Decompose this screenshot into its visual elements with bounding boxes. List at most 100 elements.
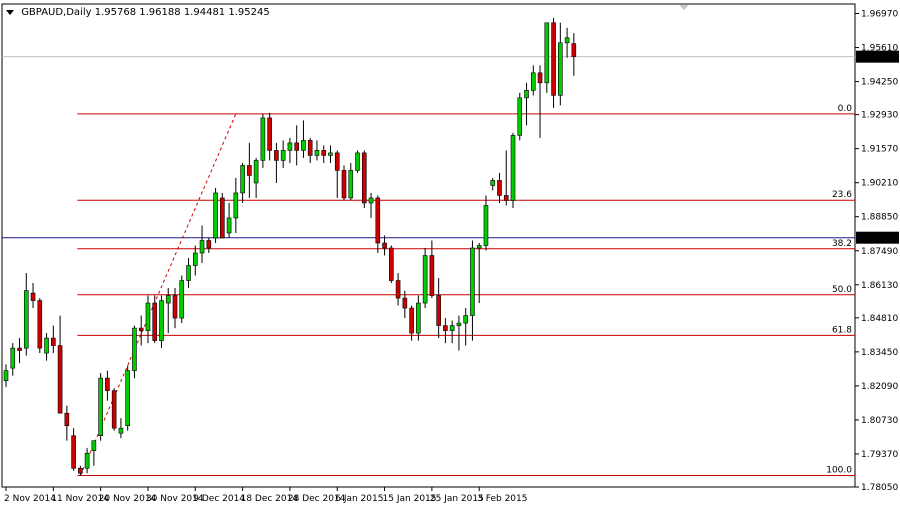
- candle-body[interactable]: [558, 42, 563, 96]
- candle-body[interactable]: [456, 322, 462, 326]
- candle-body[interactable]: [389, 247, 394, 281]
- candle-body[interactable]: [544, 22, 550, 84]
- candle-body[interactable]: [280, 150, 286, 161]
- candle-body[interactable]: [361, 152, 367, 204]
- candle-body[interactable]: [517, 97, 523, 136]
- candle-body[interactable]: [409, 307, 414, 334]
- candle-body[interactable]: [23, 290, 29, 349]
- candle-body[interactable]: [98, 377, 103, 436]
- candle-body[interactable]: [84, 452, 90, 469]
- candle-body[interactable]: [220, 197, 225, 239]
- candle-body[interactable]: [179, 280, 185, 319]
- candle-body[interactable]: [422, 255, 428, 304]
- candle-body[interactable]: [226, 217, 232, 234]
- candle-body[interactable]: [30, 292, 36, 301]
- y-axis-tick-label: 1.90210: [861, 179, 898, 189]
- candle-body[interactable]: [355, 152, 360, 171]
- candle-body[interactable]: [213, 192, 218, 239]
- candle-body[interactable]: [192, 252, 198, 266]
- candle-body[interactable]: [152, 302, 158, 341]
- candle-body[interactable]: [125, 370, 130, 426]
- candle-body[interactable]: [294, 142, 299, 151]
- candle-body[interactable]: [51, 337, 56, 346]
- candle-body[interactable]: [510, 135, 516, 201]
- candle-body[interactable]: [382, 242, 387, 249]
- candle-body[interactable]: [334, 152, 340, 171]
- candle-body[interactable]: [348, 170, 354, 199]
- candle-body[interactable]: [436, 295, 441, 326]
- candle-body[interactable]: [524, 90, 529, 99]
- candle-body[interactable]: [443, 325, 448, 331]
- candle-body[interactable]: [233, 192, 239, 219]
- candle-body[interactable]: [416, 302, 421, 334]
- price-chart-canvas[interactable]: 0.023.638.250.061.8100.01.969701.956101.…: [0, 0, 900, 508]
- candle-body[interactable]: [199, 240, 205, 254]
- candle-body[interactable]: [10, 347, 16, 369]
- candle-body[interactable]: [375, 197, 381, 244]
- candle-body[interactable]: [172, 295, 178, 319]
- candle-body[interactable]: [37, 300, 43, 349]
- candle-body[interactable]: [138, 327, 144, 331]
- candle-body[interactable]: [159, 300, 164, 341]
- y-axis-tick-label: 1.84810: [861, 314, 898, 324]
- candle-body[interactable]: [321, 150, 327, 156]
- candle-body[interactable]: [186, 265, 191, 281]
- candle-body[interactable]: [145, 302, 151, 331]
- candle-body[interactable]: [341, 170, 347, 199]
- candle-body[interactable]: [301, 140, 306, 151]
- candle-body[interactable]: [78, 467, 83, 474]
- candle-body[interactable]: [260, 117, 266, 161]
- candle-body[interactable]: [463, 315, 468, 324]
- candle-body[interactable]: [132, 327, 137, 371]
- candle-body[interactable]: [253, 160, 259, 184]
- candle-body[interactable]: [470, 247, 475, 316]
- candle-body[interactable]: [429, 255, 435, 296]
- candle-body[interactable]: [490, 180, 496, 186]
- candle-body[interactable]: [105, 377, 110, 391]
- fib-level-label: 100.0: [826, 465, 852, 475]
- candle-body[interactable]: [368, 197, 374, 204]
- candle-body[interactable]: [287, 142, 293, 151]
- fib-level-label: 23.6: [832, 190, 852, 200]
- candle-body[interactable]: [64, 412, 70, 426]
- y-axis-tick-label: 1.82090: [861, 382, 898, 392]
- candle-body[interactable]: [44, 337, 49, 354]
- fib-level-label: 50.0: [832, 285, 852, 295]
- candle-body[interactable]: [206, 240, 212, 249]
- x-axis-tick-label: 25 Jan 2015: [430, 494, 484, 504]
- candle-body[interactable]: [91, 440, 97, 452]
- candle-body[interactable]: [328, 152, 333, 156]
- x-axis-tick-label: 15 Jan 2015: [383, 494, 437, 504]
- fib-level-label: 0.0: [838, 104, 853, 114]
- candle-body[interactable]: [402, 297, 408, 309]
- candle-body[interactable]: [17, 347, 22, 351]
- candle-body[interactable]: [111, 390, 117, 429]
- candle-body[interactable]: [503, 195, 509, 201]
- candle-body[interactable]: [537, 72, 543, 84]
- candle-body[interactable]: [530, 72, 536, 91]
- current-price-label: 1.95245: [860, 53, 897, 63]
- candle-body[interactable]: [307, 140, 313, 156]
- candle-body[interactable]: [497, 180, 502, 196]
- gbpaud-daily-chart[interactable]: GBPAUD,Daily 1.95768 1.96188 1.94481 1.9…: [0, 0, 900, 508]
- candle-body[interactable]: [449, 325, 455, 331]
- candle-body[interactable]: [564, 37, 570, 44]
- candle-body[interactable]: [483, 205, 489, 246]
- candle-body[interactable]: [476, 245, 482, 249]
- y-axis-tick-label: 1.79370: [861, 450, 898, 460]
- candle-body[interactable]: [314, 150, 320, 156]
- candle-body[interactable]: [165, 295, 171, 304]
- candle-body[interactable]: [71, 435, 76, 469]
- candle-body[interactable]: [118, 427, 124, 434]
- candle-body[interactable]: [571, 43, 577, 57]
- candle-body[interactable]: [57, 345, 63, 414]
- candle-body[interactable]: [395, 280, 401, 299]
- candle-body[interactable]: [267, 117, 272, 151]
- candle-body[interactable]: [3, 370, 9, 381]
- candle-body[interactable]: [274, 150, 279, 161]
- candle-body[interactable]: [551, 22, 556, 96]
- candle-body[interactable]: [247, 165, 252, 176]
- chart-shift-marker-icon[interactable]: [679, 5, 689, 10]
- x-axis-tick-label: 9 Dec 2014: [193, 494, 245, 504]
- candle-body[interactable]: [240, 165, 245, 194]
